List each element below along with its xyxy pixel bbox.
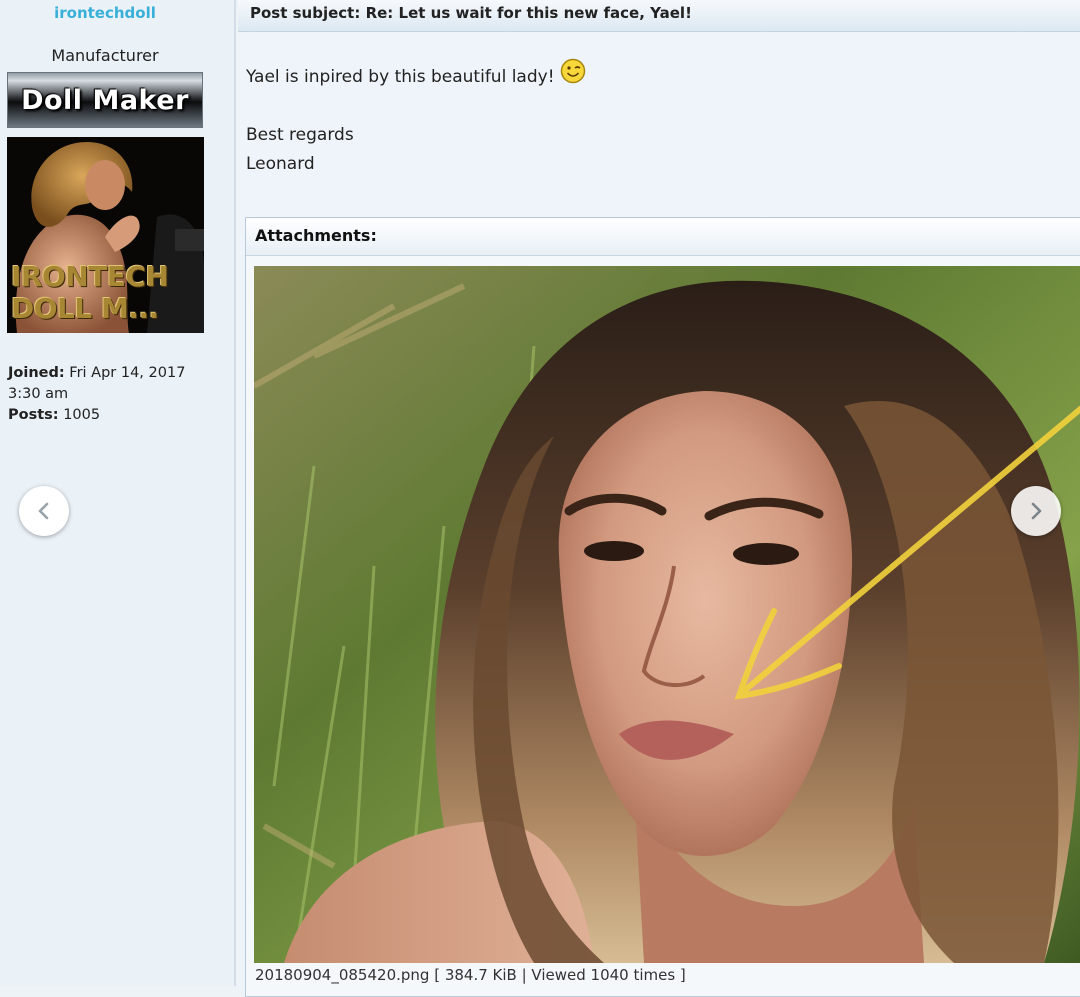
next-button[interactable]: [1011, 486, 1061, 536]
post-content: Yael is inpired by this beautiful lady! …: [246, 58, 1066, 179]
post-line-3: Leonard: [246, 154, 315, 174]
posts-label: Posts:: [8, 407, 59, 423]
wink-smiley-icon: [560, 58, 586, 84]
poster-rank: Manufacturer: [51, 46, 159, 65]
attachment-photo: [254, 266, 1080, 963]
joined-label: Joined:: [8, 365, 65, 381]
post-subject-value: Re: Let us wait for this new face, Yael!: [365, 4, 692, 22]
attachments-header: Attachments:: [246, 218, 1080, 256]
chevron-left-icon: [38, 502, 49, 520]
rank-image: Doll Maker: [7, 72, 203, 128]
poster-stats: Joined: Fri Apr 14, 2017 3:30 am Posts: …: [8, 363, 208, 426]
attachment-caption: 20180904_085420.png [ 384.7 KiB | Viewed…: [255, 966, 686, 984]
rank-image-text: Doll Maker: [21, 84, 189, 116]
post-subject: Post subject: Re: Let us wait for this n…: [238, 0, 1080, 32]
attachments-box: Attachments: 20180904_085420.png [384.7…: [245, 217, 1080, 997]
posts-value: 1005: [63, 407, 101, 423]
post-body: Post subject: Re: Let us wait for this n…: [238, 0, 1080, 997]
post-line-1: Yael is inpired by this beautiful lady!: [246, 67, 555, 87]
post-line-2: Best regards: [246, 125, 354, 145]
avatar: IRONTECH DOLL M...: [7, 137, 204, 333]
poster-username[interactable]: irontechdoll: [0, 4, 210, 22]
avatar-logo-text: IRONTECH DOLL M...: [11, 260, 169, 325]
post-subject-label: Post subject:: [250, 4, 361, 22]
attachment-image[interactable]: [254, 266, 1080, 963]
previous-button[interactable]: [19, 486, 69, 536]
chevron-right-icon: [1031, 502, 1042, 520]
